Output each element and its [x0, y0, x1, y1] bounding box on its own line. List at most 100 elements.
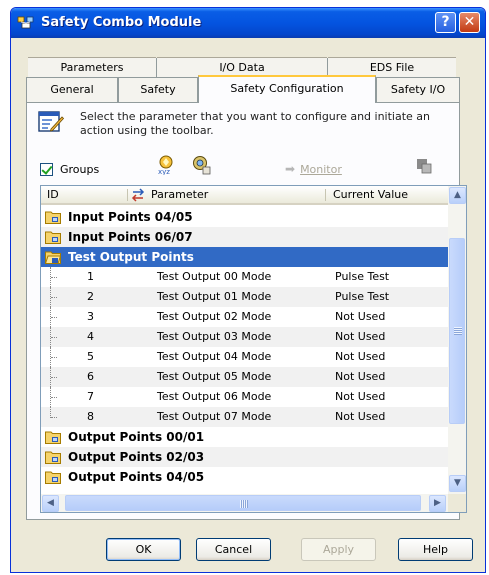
- sort-icon: [131, 188, 145, 202]
- table-row[interactable]: 6 Test Output 05 Mode Not Used: [41, 367, 448, 387]
- instructions-text: Select the parameter that you want to co…: [80, 110, 431, 137]
- tab-parameters[interactable]: Parameters: [28, 57, 156, 77]
- cell-value[interactable]: Not Used: [335, 347, 385, 367]
- tab-safety-io[interactable]: Safety I/O: [376, 77, 460, 103]
- folder-icon: [45, 211, 61, 224]
- column-id[interactable]: ID: [41, 186, 127, 203]
- read-values-icon[interactable]: xyz: [155, 155, 177, 175]
- folder-icon: [45, 231, 61, 244]
- column-divider: [325, 189, 326, 201]
- vertical-scroll-thumb[interactable]: [449, 238, 465, 424]
- arrow-right-icon: ➡: [285, 162, 296, 176]
- group-label: Output Points 04/05: [68, 470, 205, 484]
- title-bar[interactable]: Safety Combo Module ? ✕: [11, 8, 485, 38]
- cell-id: 6: [87, 370, 94, 383]
- groups-label: Groups: [60, 162, 100, 176]
- cell-id: 4: [87, 330, 94, 343]
- scroll-down-button[interactable]: ▼: [449, 475, 466, 492]
- group-row-input-points-06-07[interactable]: Input Points 06/07: [41, 227, 448, 247]
- tab-general[interactable]: General: [26, 77, 118, 103]
- group-row-input-points-04-05[interactable]: Input Points 04/05: [41, 207, 448, 227]
- cell-value[interactable]: Not Used: [335, 407, 385, 427]
- cell-parameter: Test Output 03 Mode: [157, 330, 272, 343]
- tab-safety[interactable]: Safety: [118, 77, 198, 103]
- cell-value[interactable]: Not Used: [335, 307, 385, 327]
- cell-id: 7: [87, 390, 94, 403]
- cell-value[interactable]: Not Used: [335, 387, 385, 407]
- cell-id: 8: [87, 410, 94, 423]
- cell-parameter: Test Output 02 Mode: [157, 310, 272, 323]
- group-label: Output Points 00/01: [68, 430, 205, 444]
- vertical-scrollbar[interactable]: ▲ ▼: [448, 186, 466, 494]
- scroll-right-button[interactable]: ▶: [429, 495, 446, 512]
- scroll-left-button[interactable]: ◀: [42, 495, 59, 512]
- apply-button[interactable]: Apply: [301, 538, 376, 561]
- table-row[interactable]: 5 Test Output 04 Mode Not Used: [41, 347, 448, 367]
- cell-value[interactable]: Pulse Test: [335, 267, 389, 287]
- group-label: Output Points 02/03: [68, 450, 205, 464]
- scroll-up-button[interactable]: ▲: [449, 187, 466, 204]
- cell-id: 5: [87, 350, 94, 363]
- table-row[interactable]: 2 Test Output 01 Mode Pulse Test: [41, 287, 448, 307]
- table-row[interactable]: 3 Test Output 02 Mode Not Used: [41, 307, 448, 327]
- group-label: Input Points 06/07: [68, 230, 193, 244]
- table-row[interactable]: 1 Test Output 00 Mode Pulse Test: [41, 267, 448, 287]
- grip-icon: [240, 500, 248, 508]
- cell-parameter: Test Output 06 Mode: [157, 390, 272, 403]
- parameter-list[interactable]: ID Parameter Current Value Input Points …: [40, 185, 467, 513]
- group-label: Input Points 04/05: [68, 210, 193, 224]
- cell-id: 3: [87, 310, 94, 323]
- monitor-button[interactable]: ➡ Monitor: [285, 162, 342, 176]
- cell-value[interactable]: Not Used: [335, 367, 385, 387]
- table-row[interactable]: 8 Test Output 07 Mode Not Used: [41, 407, 448, 427]
- svg-text:xyz: xyz: [158, 168, 170, 175]
- tab-io-data[interactable]: I/O Data: [157, 57, 327, 77]
- horizontal-scroll-thumb[interactable]: [65, 495, 421, 511]
- folder-icon: [45, 471, 61, 484]
- grip-icon: [454, 327, 462, 335]
- tab-safety-configuration[interactable]: Safety Configuration: [198, 75, 376, 103]
- module-tool-icon[interactable]: [415, 156, 433, 176]
- table-row[interactable]: 7 Test Output 06 Mode Not Used: [41, 387, 448, 407]
- group-row-output-points-00-01[interactable]: Output Points 00/01: [41, 427, 448, 447]
- group-label: Test Output Points: [68, 250, 194, 264]
- ok-button[interactable]: OK: [106, 538, 181, 561]
- help-button[interactable]: Help: [398, 538, 473, 561]
- group-row-output-points-02-03[interactable]: Output Points 02/03: [41, 447, 448, 467]
- help-title-button[interactable]: ?: [435, 12, 456, 33]
- tree-line: [50, 407, 58, 418]
- table-row[interactable]: 4 Test Output 03 Mode Not Used: [41, 327, 448, 347]
- download-icon[interactable]: [190, 155, 212, 175]
- folder-icon: [45, 431, 61, 444]
- group-row-output-points-04-05[interactable]: Output Points 04/05: [41, 467, 448, 487]
- groups-toggle[interactable]: Groups: [40, 162, 99, 176]
- column-parameter[interactable]: Parameter: [145, 186, 325, 203]
- column-divider: [127, 189, 128, 201]
- cell-value[interactable]: Pulse Test: [335, 287, 389, 307]
- tab-eds-file[interactable]: EDS File: [328, 57, 456, 77]
- cell-parameter: Test Output 04 Mode: [157, 350, 272, 363]
- cell-id: 2: [87, 290, 94, 303]
- cancel-button[interactable]: Cancel: [196, 538, 271, 561]
- cell-value[interactable]: Not Used: [335, 327, 385, 347]
- tree-line: [50, 267, 58, 287]
- groups-checkbox[interactable]: [40, 162, 53, 176]
- tree-line: [50, 327, 58, 347]
- cell-id: 1: [87, 270, 94, 283]
- edit-form-icon: [38, 111, 64, 132]
- tree-line: [50, 347, 58, 367]
- monitor-label: Monitor: [300, 162, 342, 176]
- cell-parameter: Test Output 00 Mode: [157, 270, 272, 283]
- cell-parameter: Test Output 07 Mode: [157, 410, 272, 423]
- horizontal-scrollbar[interactable]: ◀ ▶: [41, 494, 448, 512]
- tree-line: [50, 307, 58, 327]
- open-folder-icon: [45, 251, 61, 264]
- window-title: Safety Combo Module: [41, 15, 202, 30]
- cell-parameter: Test Output 01 Mode: [157, 290, 272, 303]
- close-button[interactable]: ✕: [459, 12, 480, 33]
- scroll-corner: [448, 494, 466, 512]
- column-current-value[interactable]: Current Value: [327, 186, 447, 203]
- module-icon: [17, 16, 34, 29]
- tree-line: [50, 287, 58, 307]
- group-row-test-output-points[interactable]: Test Output Points: [41, 247, 448, 267]
